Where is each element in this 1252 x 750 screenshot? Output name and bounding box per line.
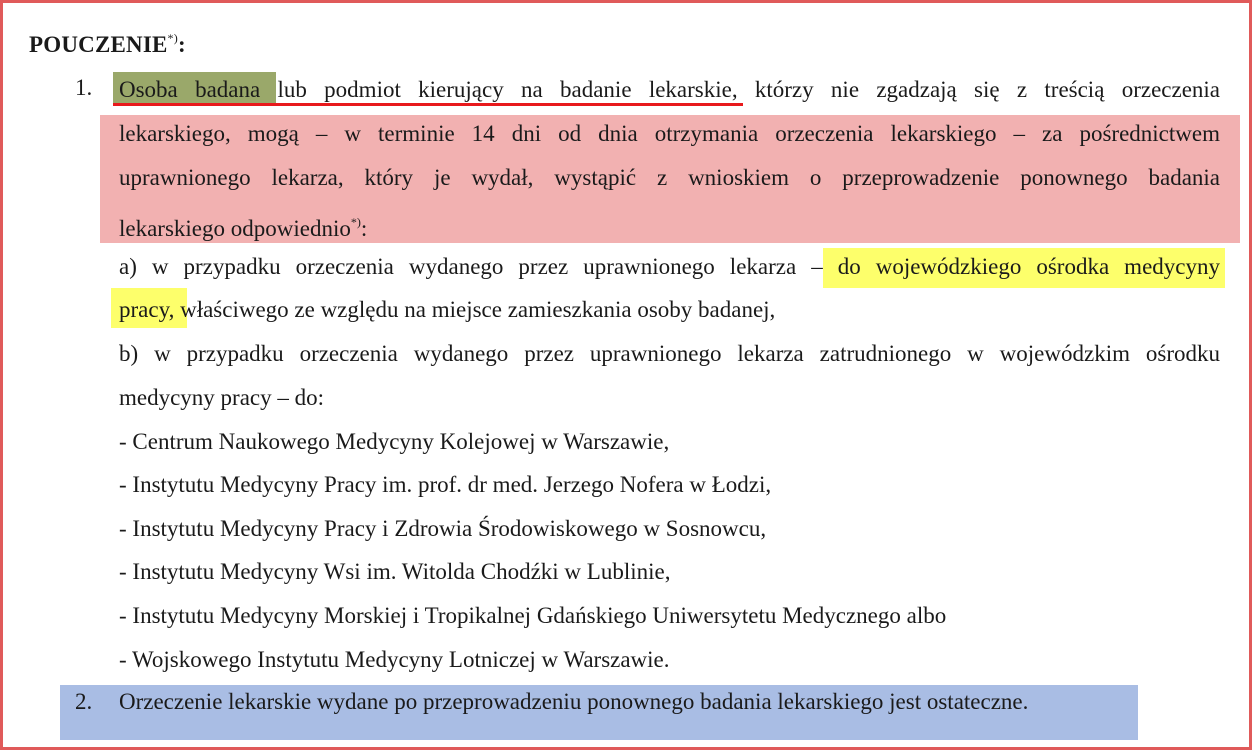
item-1-a-line-2: pracy, właściwego ze względu na miejsce … — [119, 297, 776, 322]
red-underline — [113, 103, 743, 106]
document-title: POUCZENIE*): — [29, 31, 186, 58]
title-text: POUCZENIE — [29, 32, 168, 57]
title-colon: : — [177, 32, 186, 57]
item-1-b-line-2: medycyny pracy – do: — [119, 385, 325, 410]
item-1-footnote-mark: *) — [350, 215, 361, 229]
item-1-line-4: lekarskiego odpowiednio*): — [119, 207, 367, 244]
item-2-text: Orzeczenie lekarskie wydane po przeprowa… — [119, 689, 1029, 714]
item-1-line-1-rest: lub podmiot kierujący na badanie lekarsk… — [277, 77, 1221, 102]
item-1-a-line-1: a) w przypadku orzeczenia wydanego przez… — [119, 254, 1220, 279]
institute-list-item: - Instytutu Medycyny Pracy im. prof. dr … — [119, 472, 772, 497]
institute-list-item: - Wojskowego Instytutu Medycyny Lotnicze… — [119, 647, 670, 672]
item-1-line-2: lekarskiego, mogą – w terminie 14 dni od… — [119, 121, 1220, 146]
item-1-line-4-text: lekarskiego odpowiednio — [119, 216, 351, 241]
item-1-highlighted-phrase: Osoba badana — [119, 77, 261, 102]
institute-list-item: - Centrum Naukowego Medycyny Kolejowej w… — [119, 429, 670, 454]
institute-list-item: - Instytutu Medycyny Wsi im. Witolda Cho… — [119, 559, 671, 584]
document-page: POUCZENIE*): 1. Osoba badana lub podmiot… — [0, 0, 1252, 750]
item-1-line-4-colon: : — [360, 216, 368, 241]
institute-list-item: - Instytutu Medycyny Morskiej i Tropikal… — [119, 603, 947, 628]
institute-list-item: - Instytutu Medycyny Pracy i Zdrowia Śro… — [119, 516, 767, 541]
item-2-number: 2. — [75, 689, 93, 714]
title-footnote-mark: *) — [167, 31, 178, 45]
item-1-number: 1. — [75, 75, 93, 100]
item-1-b-line-1: b) w przypadku orzeczenia wydanego przez… — [119, 341, 1220, 366]
item-1-line-1: Osoba badana lub podmiot kierujący na ba… — [119, 75, 1220, 105]
item-1-line-3: uprawnionego lekarza, który je wydał, wy… — [119, 165, 1220, 190]
